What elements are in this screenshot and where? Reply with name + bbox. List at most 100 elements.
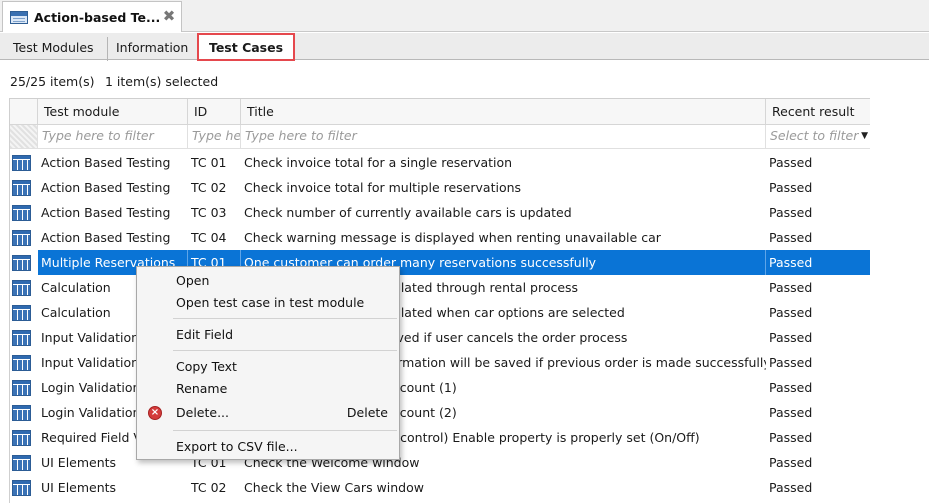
row-icon-cell bbox=[10, 175, 38, 200]
menu-item-rename[interactable]: Rename bbox=[138, 378, 398, 400]
cell-title[interactable]: Check number of currently available cars… bbox=[241, 200, 766, 225]
row-icon-cell bbox=[10, 275, 38, 300]
document-tab[interactable]: Action-based Te... ✖ bbox=[2, 1, 182, 32]
cell-recent-result[interactable]: Passed bbox=[766, 250, 870, 275]
test-case-icon bbox=[12, 330, 31, 346]
cell-recent-result[interactable]: Passed bbox=[766, 225, 870, 250]
test-case-icon bbox=[12, 255, 31, 271]
table-row[interactable]: Action Based Testing TC 03 Check number of… bbox=[10, 200, 870, 225]
delete-icon: × bbox=[148, 406, 162, 420]
cell-recent-result[interactable]: Passed bbox=[766, 275, 870, 300]
cell-recent-result[interactable]: Passed bbox=[766, 150, 870, 175]
cell-recent-result[interactable]: Passed bbox=[766, 450, 870, 475]
menu-item-delete[interactable]: × Delete... Delete bbox=[138, 402, 398, 424]
menu-item-open-in-module[interactable]: Open test case in test module bbox=[138, 292, 398, 314]
cell-test-module[interactable]: UI Elements bbox=[38, 475, 188, 500]
test-case-icon bbox=[12, 480, 31, 496]
cell-recent-result[interactable]: Passed bbox=[766, 325, 870, 350]
cell-recent-result[interactable]: Passed bbox=[766, 200, 870, 225]
table-row[interactable]: Action Based Testing TC 02 Check invoice t… bbox=[10, 175, 870, 200]
subtab-strip: Test Modules Information Test Cases bbox=[0, 33, 929, 61]
row-icon-cell bbox=[10, 325, 38, 350]
status-bar: 25/25 item(s) 1 item(s) selected bbox=[0, 61, 929, 98]
test-module-icon bbox=[10, 11, 28, 24]
row-icon-cell bbox=[10, 425, 38, 450]
column-header-recent-result[interactable]: Recent result bbox=[766, 99, 870, 125]
document-tab-title: Action-based Te... bbox=[34, 10, 161, 25]
cell-test-module[interactable]: Action Based Testing bbox=[38, 150, 188, 175]
menu-separator bbox=[173, 318, 397, 319]
row-icon-cell bbox=[10, 225, 38, 250]
column-header-title[interactable]: Title bbox=[241, 99, 766, 125]
test-case-icon bbox=[12, 205, 31, 221]
test-case-icon bbox=[12, 305, 31, 321]
row-icon-cell bbox=[10, 150, 38, 175]
menu-item-open[interactable]: Open bbox=[138, 270, 398, 292]
cell-test-module[interactable]: Action Based Testing bbox=[38, 175, 188, 200]
cell-id[interactable]: TC 03 bbox=[188, 200, 241, 225]
test-case-icon bbox=[12, 155, 31, 171]
filter-select-label: Select to filter bbox=[770, 128, 859, 143]
cell-recent-result[interactable]: Passed bbox=[766, 400, 870, 425]
filter-input-title[interactable]: Type here to filter bbox=[241, 125, 766, 149]
row-icon-cell bbox=[10, 450, 38, 475]
close-icon[interactable]: ✖ bbox=[162, 8, 176, 24]
cell-title[interactable]: Check invoice total for a single reserva… bbox=[241, 150, 766, 175]
cell-title[interactable]: Check warning message is displayed when … bbox=[241, 225, 766, 250]
table-row[interactable]: Action Based Testing TC 04 Check warning m… bbox=[10, 225, 870, 250]
cell-test-module[interactable]: Action Based Testing bbox=[38, 200, 188, 225]
row-icon-cell bbox=[10, 250, 38, 275]
cell-recent-result[interactable]: Passed bbox=[766, 300, 870, 325]
row-icon-cell bbox=[10, 200, 38, 225]
test-case-icon bbox=[12, 230, 31, 246]
column-header-id[interactable]: ID bbox=[188, 99, 241, 125]
menu-item-delete-shortcut: Delete bbox=[346, 405, 388, 420]
cell-title[interactable]: Check invoice total for multiple reserva… bbox=[241, 175, 766, 200]
cell-id[interactable]: TC 02 bbox=[188, 475, 241, 500]
test-case-icon bbox=[12, 380, 31, 396]
cell-recent-result[interactable]: Passed bbox=[766, 375, 870, 400]
menu-item-edit-field[interactable]: Edit Field bbox=[138, 324, 398, 346]
cell-id[interactable]: TC 04 bbox=[188, 225, 241, 250]
row-icon-cell bbox=[10, 375, 38, 400]
row-icon-cell bbox=[10, 350, 38, 375]
test-case-icon bbox=[12, 405, 31, 421]
filter-select-recent-result[interactable]: Select to filter ▼ bbox=[766, 125, 870, 149]
menu-separator bbox=[173, 350, 397, 351]
menu-item-export-csv[interactable]: Export to CSV file... bbox=[138, 436, 398, 458]
test-case-icon bbox=[12, 355, 31, 371]
filter-input-test-module[interactable]: Type here to filter bbox=[38, 125, 188, 149]
menu-item-copy-text[interactable]: Copy Text bbox=[138, 356, 398, 378]
cell-recent-result[interactable]: Passed bbox=[766, 475, 870, 500]
cell-recent-result[interactable]: Passed bbox=[766, 425, 870, 450]
column-header-test-module[interactable]: Test module bbox=[38, 99, 188, 125]
test-case-icon bbox=[12, 280, 31, 296]
row-icon-cell bbox=[10, 300, 38, 325]
test-case-icon bbox=[12, 180, 31, 196]
cell-title[interactable]: Check the View Cars window bbox=[241, 475, 766, 500]
cell-recent-result[interactable]: Passed bbox=[766, 350, 870, 375]
cell-recent-result[interactable]: Passed bbox=[766, 175, 870, 200]
row-icon-cell bbox=[10, 400, 38, 425]
test-case-icon bbox=[12, 430, 31, 446]
menu-item-delete-label: Delete... bbox=[176, 405, 229, 420]
chevron-down-icon[interactable]: ▼ bbox=[861, 125, 868, 147]
test-case-icon bbox=[12, 455, 31, 471]
item-count: 25/25 item(s) bbox=[10, 74, 95, 89]
selected-count: 1 item(s) selected bbox=[105, 74, 219, 89]
cell-id[interactable]: TC 02 bbox=[188, 175, 241, 200]
context-menu: Open Open test case in test module Edit … bbox=[136, 266, 400, 460]
table-row[interactable]: UI Elements TC 02 Check the View Cars wind… bbox=[10, 475, 870, 500]
document-tab-strip: Action-based Te... ✖ bbox=[0, 0, 929, 32]
filter-row-spacer bbox=[10, 125, 38, 149]
tab-test-modules[interactable]: Test Modules bbox=[5, 37, 102, 61]
table-row[interactable]: Action Based Testing TC 01 Check invoice t… bbox=[10, 150, 870, 175]
tab-test-cases[interactable]: Test Cases bbox=[197, 33, 295, 61]
cell-test-module[interactable]: Action Based Testing bbox=[38, 225, 188, 250]
filter-input-id[interactable]: Type here to filter bbox=[188, 125, 241, 149]
tab-information[interactable]: Information bbox=[107, 37, 196, 61]
cell-id[interactable]: TC 01 bbox=[188, 150, 241, 175]
header-icon-column bbox=[10, 99, 38, 125]
row-icon-cell bbox=[10, 475, 38, 500]
menu-separator bbox=[173, 430, 397, 431]
